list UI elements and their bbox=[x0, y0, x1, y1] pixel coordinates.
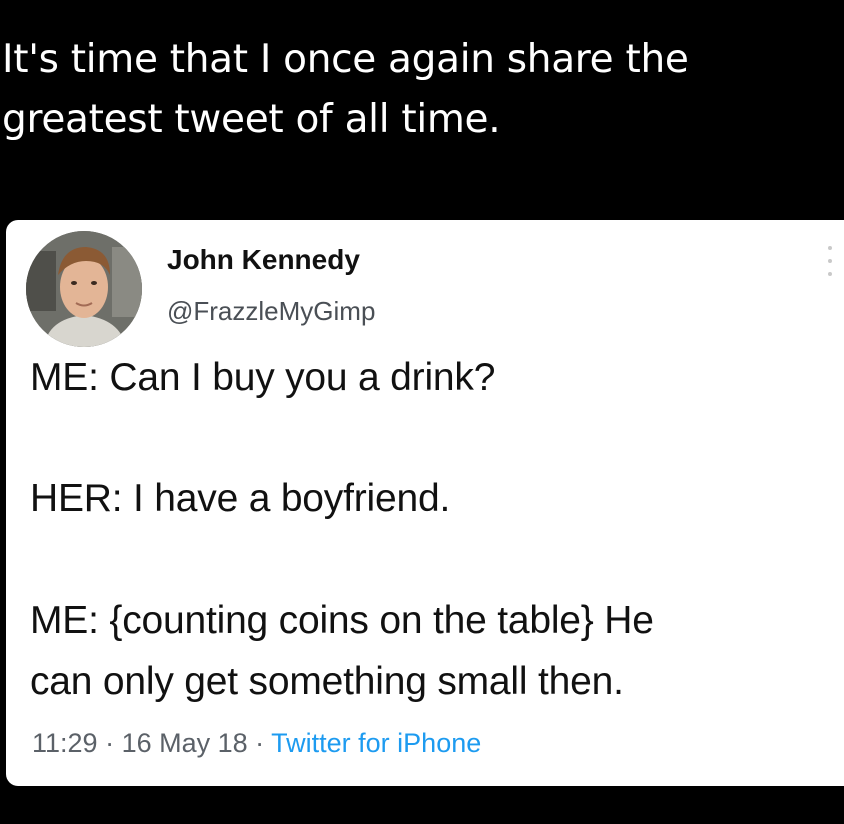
tweet-text-line: HER: I have a boyfriend. bbox=[30, 477, 451, 520]
meme-page: It's time that I once again share the gr… bbox=[0, 0, 844, 824]
avatar[interactable] bbox=[26, 231, 142, 347]
author-name[interactable]: John Kennedy bbox=[167, 244, 360, 276]
dot bbox=[828, 259, 832, 263]
tweet-date[interactable]: 16 May 18 bbox=[122, 728, 248, 758]
tweet-card[interactable]: John Kennedy @FrazzleMyGimp ME: Can I bu… bbox=[6, 220, 844, 786]
tweet-text-line: can only get something small then. bbox=[30, 660, 624, 703]
tweet-text-line: ME: {counting coins on the table} He bbox=[30, 599, 654, 642]
meme-caption: It's time that I once again share the gr… bbox=[2, 30, 842, 150]
author-handle[interactable]: @FrazzleMyGimp bbox=[167, 296, 375, 327]
caption-line-1: It's time that I once again share the bbox=[2, 37, 689, 82]
dot bbox=[828, 246, 832, 250]
more-options-icon[interactable] bbox=[824, 246, 836, 276]
tweet-metadata: 11:29 · 16 May 18 · Twitter for iPhone bbox=[32, 728, 481, 759]
separator: · bbox=[247, 728, 272, 758]
tweet-source-link[interactable]: Twitter for iPhone bbox=[271, 728, 481, 758]
separator: · bbox=[97, 728, 122, 758]
dot bbox=[828, 272, 832, 276]
caption-line-2: greatest tweet of all time. bbox=[2, 97, 501, 142]
tweet-time[interactable]: 11:29 bbox=[32, 728, 98, 758]
profile-photo-icon bbox=[26, 231, 142, 347]
tweet-text-line: ME: Can I buy you a drink? bbox=[30, 356, 496, 399]
